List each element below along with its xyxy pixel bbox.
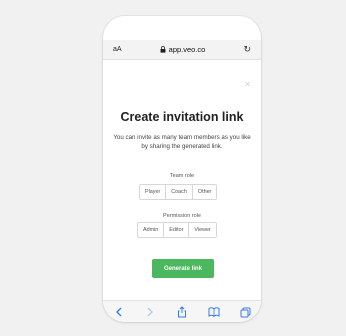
reload-icon[interactable]: ↻ xyxy=(243,44,251,55)
url-text: app.veo.co xyxy=(168,45,206,54)
url-field[interactable]: app.veo.co xyxy=(160,45,206,54)
close-icon[interactable]: ✕ xyxy=(244,80,251,89)
dialog-description: You can invite as many team members as y… xyxy=(113,134,251,150)
permission-option-editor[interactable]: Editor xyxy=(164,223,190,237)
permission-role-selector: Admin Editor Viewer xyxy=(137,222,217,238)
permission-role-label: Permission role xyxy=(163,213,201,219)
background: aA app.veo.co ↻ ✕ Create invitation link… xyxy=(0,0,346,336)
address-bar[interactable]: aA app.veo.co ↻ xyxy=(103,40,261,60)
text-size-button[interactable]: aA xyxy=(113,46,122,53)
browser-toolbar xyxy=(103,300,261,322)
book-icon[interactable] xyxy=(205,305,223,319)
forward-chevron-icon[interactable] xyxy=(141,305,159,319)
phone-frame: aA app.veo.co ↻ ✕ Create invitation link… xyxy=(103,16,261,322)
lock-icon xyxy=(160,46,166,53)
team-role-label: Team role xyxy=(169,173,195,179)
permission-option-admin[interactable]: Admin xyxy=(138,223,165,237)
team-role-option-player[interactable]: Player xyxy=(140,185,167,199)
share-icon[interactable] xyxy=(173,305,191,319)
tabs-icon[interactable] xyxy=(236,305,254,319)
generate-link-button[interactable]: Generate link xyxy=(152,259,214,278)
permission-option-viewer[interactable]: Viewer xyxy=(189,223,215,237)
team-role-selector: Player Coach Other xyxy=(139,184,218,200)
team-role-option-other[interactable]: Other xyxy=(193,185,216,199)
team-role-option-coach[interactable]: Coach xyxy=(166,185,193,199)
back-chevron-icon[interactable] xyxy=(110,305,128,319)
dialog-title: Create invitation link xyxy=(120,110,244,124)
